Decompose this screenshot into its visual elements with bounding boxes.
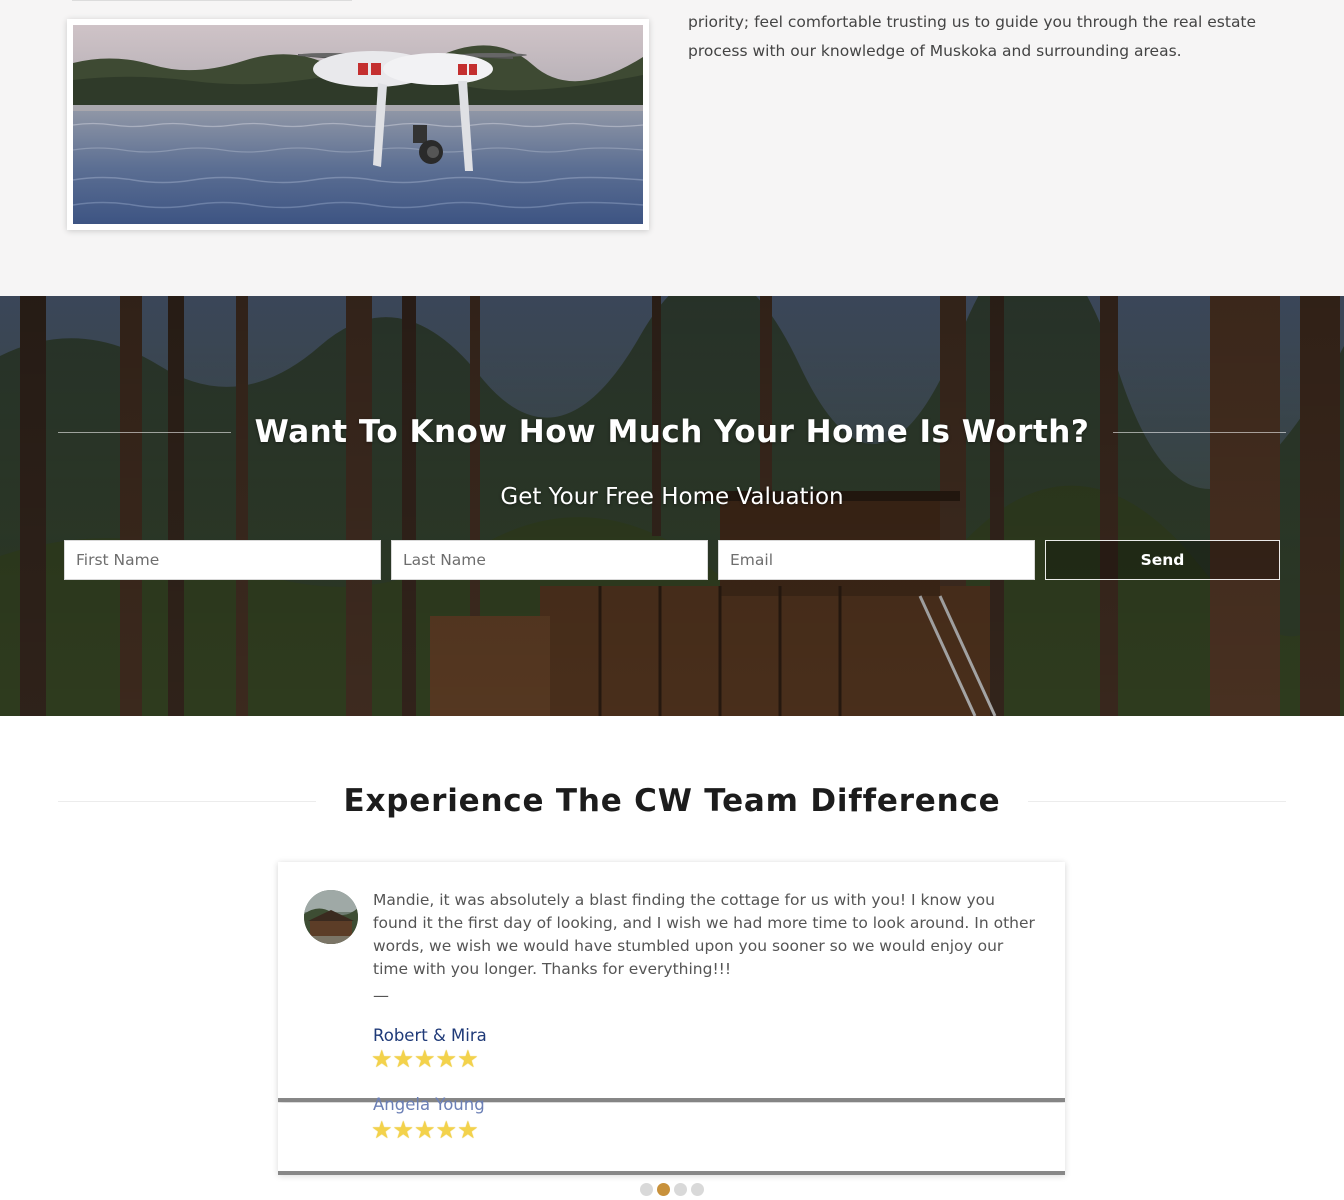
star-icon: ★ bbox=[457, 1046, 479, 1073]
about-paragraph: priority; feel comfortable trusting us t… bbox=[688, 13, 1257, 60]
avatar bbox=[304, 890, 358, 944]
heading-divider-left bbox=[58, 431, 231, 433]
valuation-title: Want To Know How Much Your Home Is Worth… bbox=[254, 414, 1090, 450]
star-icon: ★ bbox=[457, 1117, 479, 1144]
email-input[interactable] bbox=[718, 540, 1035, 580]
home-valuation-section: Want To Know How Much Your Home Is Worth… bbox=[0, 296, 1344, 716]
carousel-pagination bbox=[640, 1183, 704, 1196]
testimonials-title: Experience The CW Team Difference bbox=[343, 783, 1001, 819]
star-icon: ★ bbox=[371, 1046, 393, 1073]
star-icon: ★ bbox=[414, 1117, 436, 1144]
testimonial-card: Mandie, it was absolutely a blast findin… bbox=[278, 862, 1065, 1102]
heading-divider-right bbox=[1113, 431, 1287, 433]
heading-divider-left bbox=[58, 800, 316, 802]
divider bbox=[72, 0, 352, 1]
star-icon: ★ bbox=[435, 1117, 458, 1144]
carousel-dot[interactable] bbox=[640, 1183, 653, 1196]
star-icon: ★ bbox=[414, 1046, 436, 1073]
valuation-heading-row: Want To Know How Much Your Home Is Worth… bbox=[58, 408, 1287, 456]
carousel-dot-active[interactable] bbox=[657, 1183, 670, 1196]
drone-over-lake-image bbox=[73, 25, 643, 224]
reviewer-name: Angela Young bbox=[373, 1095, 485, 1114]
star-icon: ★ bbox=[392, 1046, 415, 1073]
testimonial-card: Angela Young ★ ★ ★ ★ ★ bbox=[278, 1095, 1065, 1175]
carousel-dot[interactable] bbox=[691, 1183, 704, 1196]
star-icon: ★ bbox=[371, 1117, 393, 1144]
heading-divider-right bbox=[1028, 800, 1286, 802]
quote-dash: — bbox=[373, 986, 389, 1005]
drone-photo-frame bbox=[67, 19, 649, 230]
testimonials-heading-row: Experience The CW Team Difference bbox=[58, 776, 1286, 826]
star-rating: ★ ★ ★ ★ ★ bbox=[371, 1048, 479, 1072]
star-icon: ★ bbox=[392, 1117, 415, 1144]
testimonial-quote: Mandie, it was absolutely a blast findin… bbox=[373, 891, 1035, 978]
first-name-input[interactable] bbox=[64, 540, 381, 580]
carousel-dot[interactable] bbox=[674, 1183, 687, 1196]
reviewer-name: Robert & Mira bbox=[373, 1026, 487, 1045]
star-rating: ★ ★ ★ ★ ★ bbox=[371, 1119, 479, 1143]
about-section: priority; feel comfortable trusting us t… bbox=[0, 0, 1344, 296]
last-name-input[interactable] bbox=[391, 540, 708, 580]
send-button[interactable]: Send bbox=[1045, 540, 1280, 580]
valuation-subtitle: Get Your Free Home Valuation bbox=[500, 484, 844, 510]
star-icon: ★ bbox=[435, 1046, 458, 1073]
